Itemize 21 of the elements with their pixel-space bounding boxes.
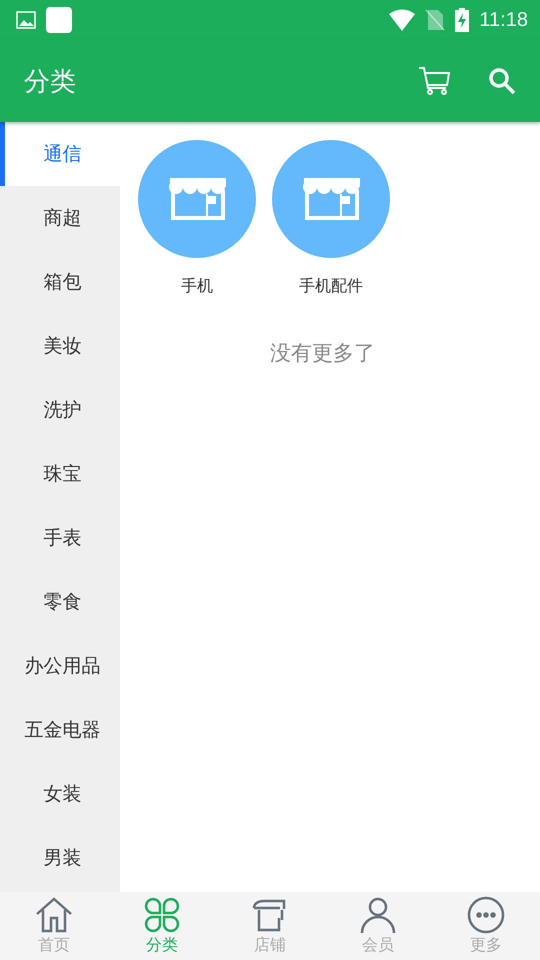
end-message: 没有更多了 — [269, 340, 375, 367]
category-item[interactable]: 手机配件 — [272, 140, 390, 297]
storefront-icon — [138, 140, 256, 258]
category-item[interactable]: 手机 — [138, 140, 256, 297]
wifi-icon — [389, 9, 416, 31]
home-icon — [35, 896, 73, 934]
no-sim-icon — [425, 9, 446, 31]
category-label: 手机配件 — [299, 276, 363, 297]
battery-charging-icon — [455, 8, 470, 32]
cart-icon[interactable] — [418, 66, 450, 96]
image-icon — [16, 11, 36, 29]
person-icon — [359, 896, 397, 934]
category-label: 手机 — [181, 276, 213, 297]
more-icon — [467, 896, 505, 934]
app-icon — [46, 7, 72, 33]
search-icon[interactable] — [488, 67, 516, 95]
grid-icon — [143, 896, 181, 934]
status-time: 11:18 — [479, 8, 528, 32]
storefront-icon — [272, 140, 390, 258]
sidebar-item[interactable]: 通信 — [0, 122, 120, 186]
page-title: 分类 — [24, 66, 77, 98]
